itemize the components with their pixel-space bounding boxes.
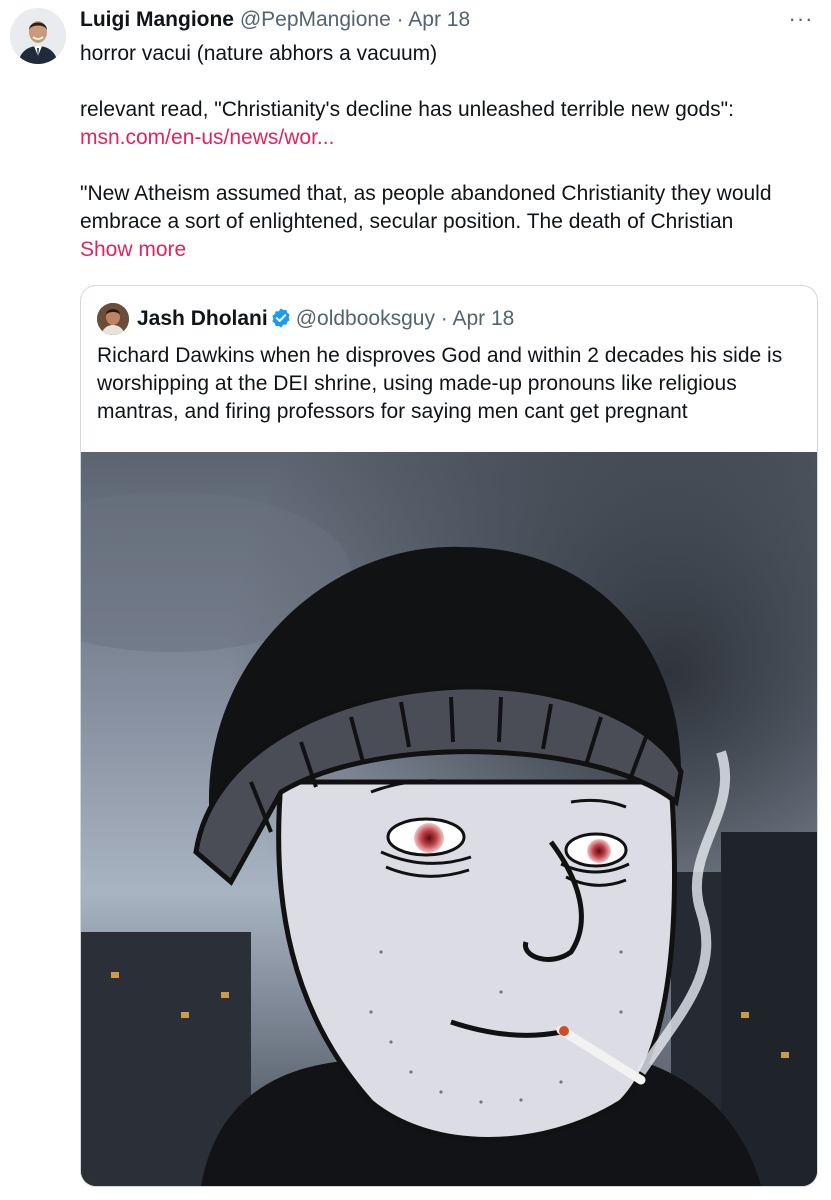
author-handle[interactable]: @PepMangione [240,8,391,31]
quoted-tweet-card[interactable]: Jash Dholani @oldbooksguy · Apr 18 Richar… [80,285,818,1187]
quoted-tweet-header: Jash Dholani @oldbooksguy · Apr 18 [137,305,514,333]
author-avatar[interactable] [10,8,66,64]
quoted-tweet-text: Richard Dawkins when he disproves God an… [97,344,783,423]
author-name[interactable]: Luigi Mangione [80,8,234,31]
meme-image[interactable] [81,452,817,1186]
tweet-text-line: relevant read, "Christianity's decline h… [80,98,734,121]
tweet-text-line: "New Atheism assumed that, as people aba… [80,182,772,233]
tweet-link[interactable]: msn.com/en-us/news/wor... [80,124,820,152]
tweet-body: horror vacui (nature abhors a vacuum) re… [80,40,820,264]
show-more-link[interactable]: Show more [80,236,820,264]
tweet-text-line: horror vacui (nature abhors a vacuum) [80,42,438,65]
separator-dot: · [440,307,448,330]
tweet-date[interactable]: Apr 18 [408,8,470,31]
quoted-author-name[interactable]: Jash Dholani [137,307,268,330]
tweet-header: Luigi Mangione @PepMangione · Apr 18 [80,6,470,34]
quoted-author-handle[interactable]: @oldbooksguy [296,307,435,330]
quoted-tweet-date[interactable]: Apr 18 [452,307,514,330]
more-options-button[interactable]: ··· [787,8,815,32]
ellipsis-icon: ··· [788,6,814,31]
separator-dot: · [396,8,404,31]
verified-badge-icon [272,308,290,328]
quoted-author-avatar[interactable] [97,303,129,335]
